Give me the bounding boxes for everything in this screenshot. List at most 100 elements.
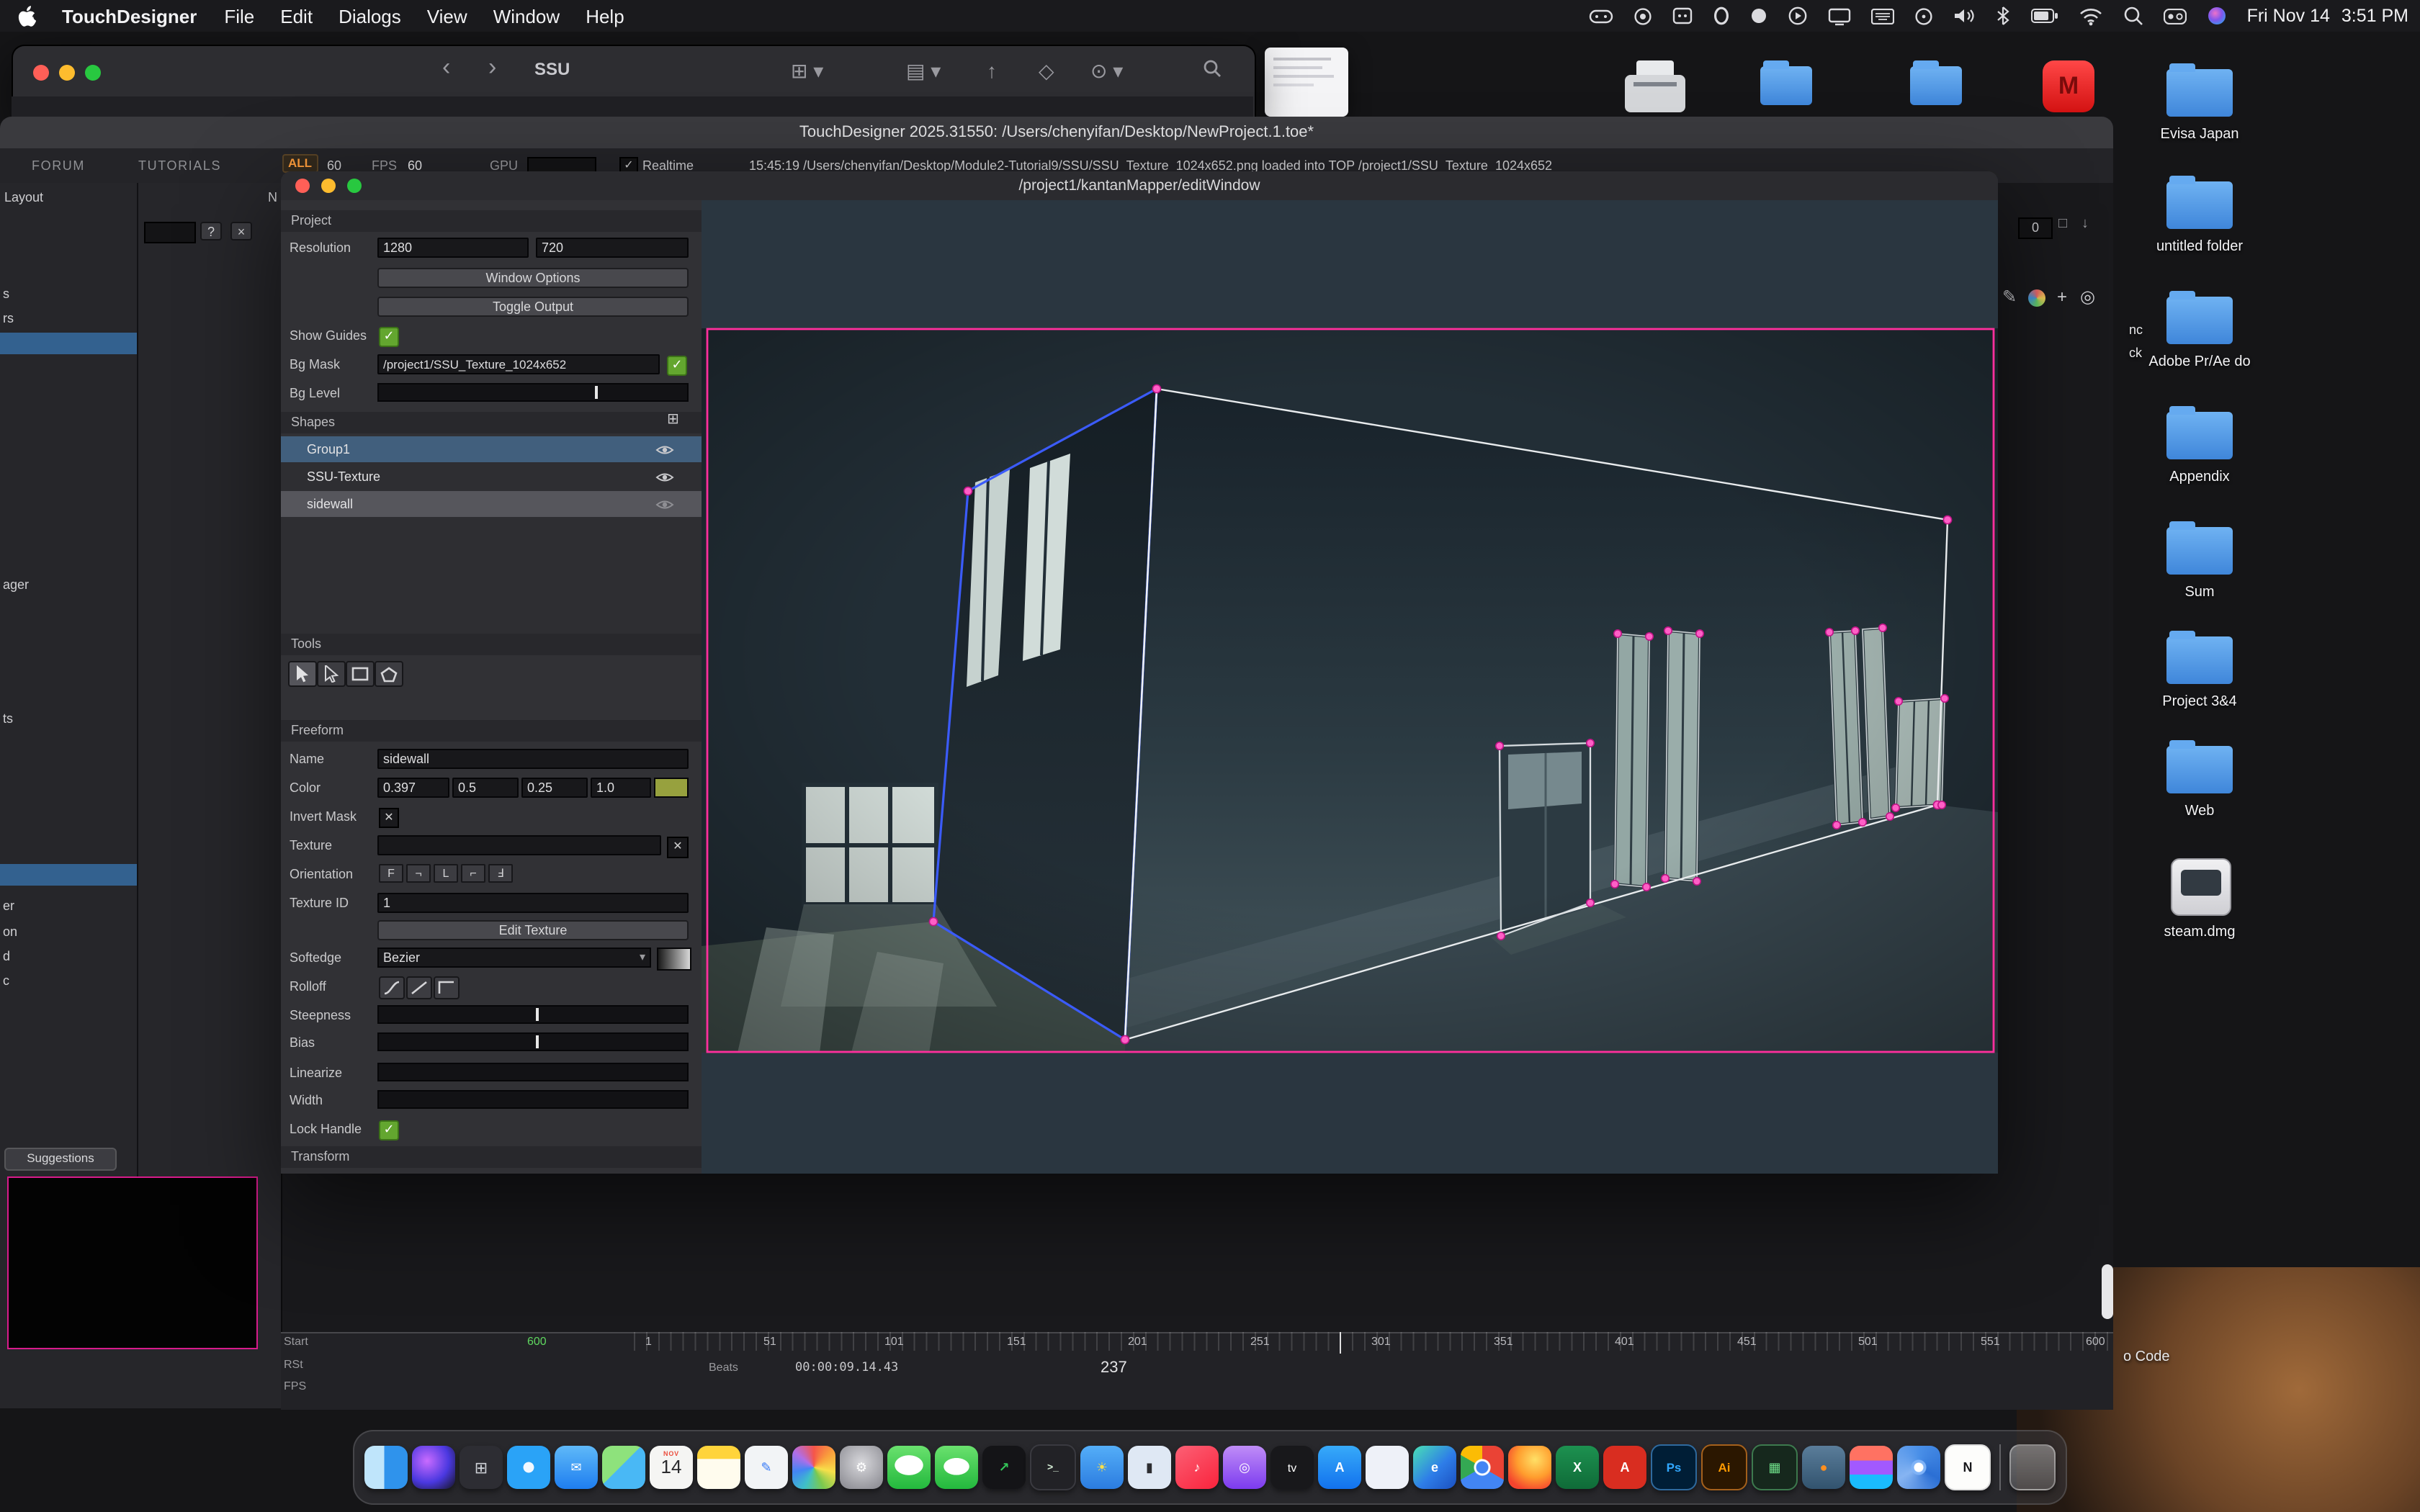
close-button[interactable] xyxy=(33,65,49,81)
dock-item-illustrator[interactable]: Ai xyxy=(1701,1444,1747,1490)
menu-view[interactable]: View xyxy=(414,5,480,27)
display-icon[interactable] xyxy=(1828,0,1851,32)
message-count-field[interactable]: 0 xyxy=(2018,217,2053,239)
minimize-button[interactable] xyxy=(59,65,75,81)
rolloff-linear-button[interactable] xyxy=(406,976,432,999)
spotlight-search-icon[interactable] xyxy=(2123,0,2143,32)
scrollbar-thumb[interactable] xyxy=(2102,1264,2113,1319)
close-button[interactable] xyxy=(295,179,310,193)
rolloff-curve-button[interactable] xyxy=(379,976,405,999)
bg-mask-checkbox[interactable] xyxy=(667,356,687,376)
window-icon[interactable]: □ xyxy=(2058,216,2067,232)
dock-item-facetime[interactable] xyxy=(935,1446,978,1489)
linearize-slider[interactable] xyxy=(377,1063,689,1081)
siri-icon[interactable] xyxy=(2207,0,2227,32)
dock-item-mail[interactable]: ✉ xyxy=(555,1446,598,1489)
perf-all-badge[interactable]: ALL xyxy=(282,154,318,173)
desktop-folder[interactable] xyxy=(1910,66,1962,105)
name-field[interactable]: sidewall xyxy=(377,749,689,769)
bluetooth-icon[interactable] xyxy=(1995,0,2011,32)
steepness-slider[interactable] xyxy=(377,1005,689,1024)
tag-icon[interactable]: ◇ xyxy=(1039,59,1054,84)
orientation-button[interactable]: F xyxy=(379,864,403,883)
palette-item-fragment[interactable]: ager xyxy=(3,577,29,592)
canvas-svg[interactable] xyxy=(702,200,1998,1174)
playhead[interactable] xyxy=(1340,1332,1341,1354)
icon-view-icon[interactable]: ⊞ ▾ xyxy=(791,59,823,84)
dock-item-photoshop[interactable]: Ps xyxy=(1651,1444,1697,1490)
rolloff-step-button[interactable] xyxy=(434,976,460,999)
palette-selected-row[interactable] xyxy=(0,864,137,886)
dock-item-finder[interactable] xyxy=(364,1446,408,1489)
dock-item-figma[interactable] xyxy=(1850,1446,1893,1489)
dock-item-siri[interactable] xyxy=(412,1446,455,1489)
invert-mask-checkbox[interactable] xyxy=(379,808,399,828)
section-tools[interactable]: Tools xyxy=(281,634,702,655)
edit-texture-button[interactable]: Edit Texture xyxy=(377,920,689,940)
visibility-icon[interactable] xyxy=(655,471,674,484)
dock-item-photos[interactable] xyxy=(792,1446,835,1489)
chrome-status-icon[interactable] xyxy=(1634,0,1652,32)
orientation-button[interactable]: Ⅎ xyxy=(488,864,513,883)
color-r-field[interactable]: 0.397 xyxy=(377,778,449,798)
forward-icon[interactable]: › xyxy=(488,53,496,82)
resolution-height-field[interactable]: 720 xyxy=(536,238,689,258)
dock-item-acrobat[interactable]: A xyxy=(1603,1446,1646,1489)
dock-item-app-store[interactable]: A xyxy=(1318,1446,1361,1489)
shape-row-sidewall[interactable]: sidewall xyxy=(281,491,702,517)
window-options-button[interactable]: Window Options xyxy=(377,268,689,288)
dock-item-tv[interactable]: tv xyxy=(1270,1446,1314,1489)
pen-icon[interactable]: ✎ xyxy=(2002,287,2017,307)
show-guides-checkbox[interactable] xyxy=(379,327,399,347)
texture-field[interactable] xyxy=(377,835,661,855)
dock-item-touchdesigner[interactable]: ▦ xyxy=(1752,1444,1798,1490)
color-b-field[interactable]: 0.25 xyxy=(521,778,588,798)
menubar-clock[interactable]: Fri Nov 14 3:51 PM xyxy=(2247,6,2408,26)
width-slider[interactable] xyxy=(377,1090,689,1109)
palette-item-fragment[interactable]: ts xyxy=(3,711,13,726)
opera-status-icon[interactable] xyxy=(1713,0,1730,32)
palette-item-fragment[interactable]: on xyxy=(3,924,17,939)
freeform-tool[interactable] xyxy=(375,661,403,687)
section-shapes[interactable]: Shapes xyxy=(281,412,702,433)
texture-id-field[interactable]: 1 xyxy=(377,893,689,913)
dock-item-edge[interactable]: e xyxy=(1413,1446,1456,1489)
palette-icon[interactable] xyxy=(2028,289,2045,307)
resolution-width-field[interactable]: 1280 xyxy=(377,238,529,258)
keyboard-icon[interactable] xyxy=(1871,0,1894,32)
dock-item-excel[interactable]: X xyxy=(1556,1446,1599,1489)
dock-item-podcasts[interactable]: ◎ xyxy=(1223,1446,1266,1489)
dock-item-stocks[interactable]: ↗ xyxy=(982,1446,1026,1489)
orientation-button[interactable]: ⌐ xyxy=(461,864,485,883)
panel-search-field[interactable] xyxy=(144,222,196,243)
shape-row-ssu-texture[interactable]: SSU-Texture xyxy=(281,464,702,490)
dock-item-launchpad[interactable]: ⊞ xyxy=(460,1446,503,1489)
volume-icon[interactable] xyxy=(1953,0,1975,32)
tab-tutorials[interactable]: TUTORIALS xyxy=(138,158,221,173)
share-icon[interactable]: ↑ xyxy=(987,59,997,82)
palette-item-fragment[interactable]: s xyxy=(3,287,9,301)
battery-icon[interactable] xyxy=(2031,0,2058,32)
keypad-icon[interactable] xyxy=(1672,0,1693,32)
toggle-output-button[interactable]: Toggle Output xyxy=(377,297,689,317)
dock-item-arc[interactable] xyxy=(1366,1446,1409,1489)
minimize-button[interactable] xyxy=(321,179,336,193)
section-transform[interactable]: Transform xyxy=(281,1146,702,1168)
section-project[interactable]: Project xyxy=(281,210,702,232)
orientation-button[interactable]: ¬ xyxy=(406,864,431,883)
softedge-dropdown[interactable]: Bezier ▾ xyxy=(377,948,651,968)
palette-item-fragment[interactable]: d xyxy=(3,949,10,963)
bias-slider[interactable] xyxy=(377,1032,689,1051)
back-icon[interactable]: ‹ xyxy=(442,53,450,82)
target-icon[interactable]: ◎ xyxy=(2080,287,2095,307)
control-center-icon[interactable] xyxy=(2164,0,2187,32)
slider-handle[interactable] xyxy=(595,386,598,399)
dock-item-trash[interactable] xyxy=(2009,1444,2056,1490)
dock-item-maps[interactable] xyxy=(602,1446,645,1489)
record-status-icon[interactable] xyxy=(1750,0,1767,32)
section-freeform[interactable]: Freeform xyxy=(281,720,702,742)
dock-item-freeform[interactable]: ✎ xyxy=(745,1446,788,1489)
apple-menu-icon[interactable] xyxy=(0,5,48,27)
palette-item-fragment[interactable]: er xyxy=(3,899,14,913)
slider-handle[interactable] xyxy=(536,1008,539,1021)
